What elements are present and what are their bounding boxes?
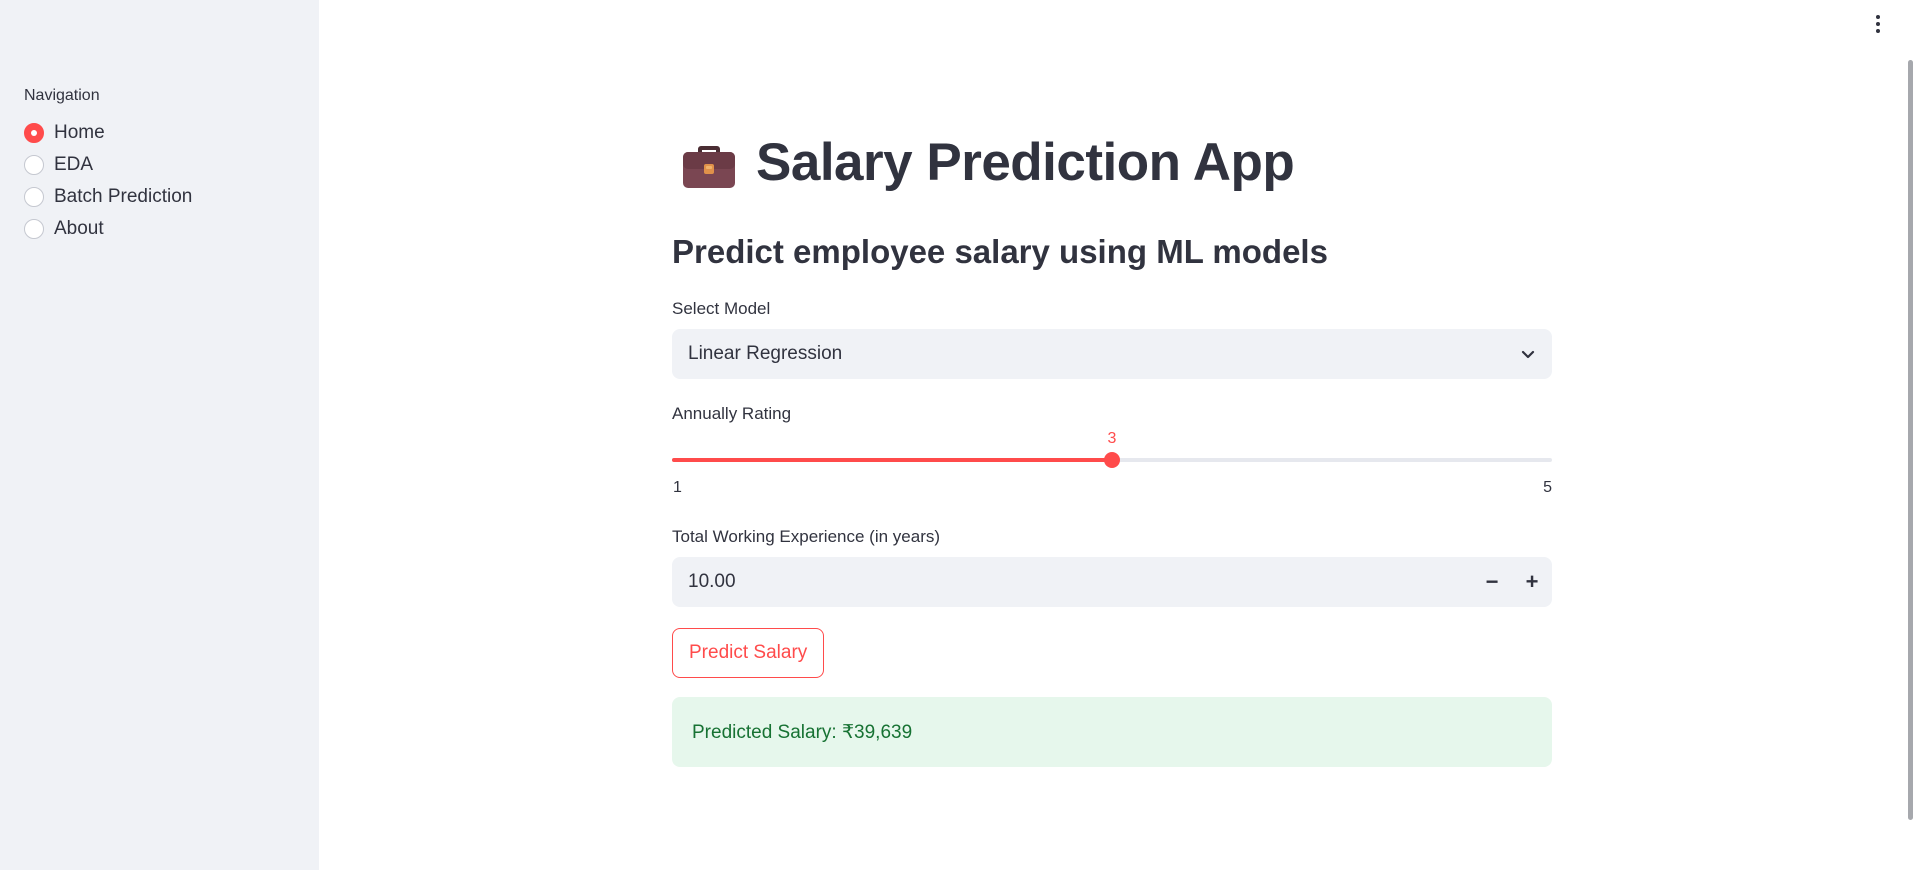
radio-checked-icon[interactable] <box>24 123 44 143</box>
radio-unchecked-icon[interactable] <box>24 219 44 239</box>
nav-item-about[interactable]: About <box>24 213 192 245</box>
rating-slider[interactable] <box>672 452 1552 468</box>
nav-heading: Navigation <box>24 87 100 104</box>
nav-radio-group: Home EDA Batch Prediction About <box>24 117 192 245</box>
plus-icon: + <box>1525 569 1539 594</box>
nav-item-batch-prediction[interactable]: Batch Prediction <box>24 181 192 213</box>
experience-value[interactable]: 10.00 <box>688 571 736 593</box>
decrement-button[interactable]: − <box>1472 557 1512 607</box>
nav-item-label: EDA <box>54 154 94 175</box>
minus-icon: − <box>1485 569 1499 594</box>
rating-slider-label: Annually Rating <box>672 404 792 423</box>
nav-item-home[interactable]: Home <box>24 117 192 149</box>
chevron-down-icon <box>1521 350 1535 359</box>
briefcase-icon <box>683 145 735 188</box>
main-menu-button[interactable] <box>1866 12 1890 36</box>
radio-unchecked-icon[interactable] <box>24 187 44 207</box>
success-alert: Predicted Salary: ₹39,639 <box>672 697 1552 767</box>
page-subtitle: Predict employee salary using ML models <box>672 233 1328 270</box>
slider-min-label: 1 <box>673 479 682 496</box>
kebab-dot <box>1876 15 1880 19</box>
scrollbar-thumb[interactable] <box>1908 60 1913 820</box>
rating-slider-value: 3 <box>1107 430 1117 447</box>
nav-item-label: Batch Prediction <box>54 186 193 207</box>
sidebar: Navigation Home EDA Batch Prediction Abo… <box>0 0 319 870</box>
experience-number-input[interactable]: 10.00 − + <box>672 557 1552 607</box>
model-select-label: Select Model <box>672 299 771 318</box>
predicted-salary-text: Predicted Salary: ₹39,639 <box>692 721 913 743</box>
app-root: Navigation Home EDA Batch Prediction Abo… <box>0 0 1914 870</box>
nav-item-label: Home <box>54 122 105 143</box>
increment-button[interactable]: + <box>1512 557 1552 607</box>
page-title: Salary Prediction App <box>680 132 1295 193</box>
kebab-dot <box>1876 22 1880 26</box>
slider-max-label: 5 <box>1543 479 1552 496</box>
model-select[interactable]: Linear Regression <box>672 329 1552 379</box>
app-title: Salary Prediction App <box>756 133 1295 192</box>
kebab-dot <box>1876 29 1880 33</box>
slider-thumb[interactable] <box>1104 452 1120 468</box>
radio-unchecked-icon[interactable] <box>24 155 44 175</box>
slider-fill <box>672 458 1112 462</box>
predict-salary-button[interactable]: Predict Salary <box>672 628 825 678</box>
nav-item-eda[interactable]: EDA <box>24 149 192 181</box>
nav-item-label: About <box>54 218 104 239</box>
model-select-value: Linear Regression <box>688 343 843 364</box>
experience-input-label: Total Working Experience (in years) <box>672 527 941 546</box>
